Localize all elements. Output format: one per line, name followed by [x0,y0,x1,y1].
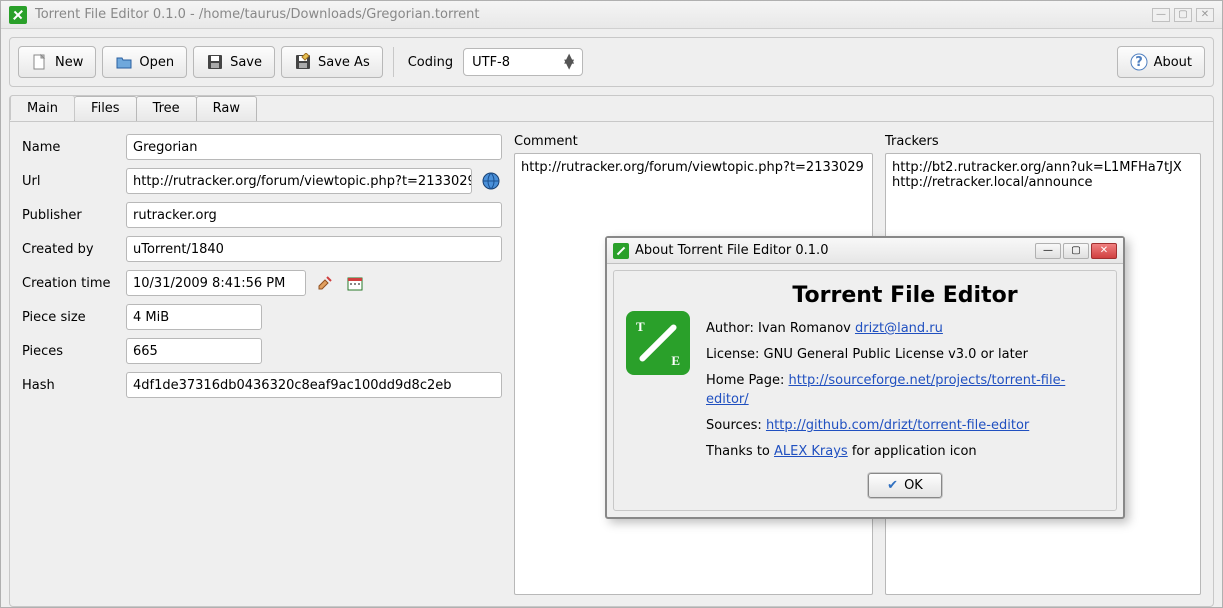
new-label: New [55,55,83,70]
about-sources: Sources: http://github.com/drizt/torrent… [706,417,1104,435]
help-icon: ? [1130,53,1148,71]
comment-label: Comment [514,134,873,149]
pieces-input[interactable]: 665 [126,338,262,364]
tab-raw[interactable]: Raw [196,96,257,121]
tab-tree-label: Tree [153,101,180,116]
tab-files-label: Files [91,101,120,116]
piecesize-input[interactable]: 4 MiB [126,304,262,330]
toolbar-separator [393,47,394,77]
toolbar: New Open Save Save As Coding UTF-8 ▲▼ [9,37,1214,87]
about-heading: Torrent File Editor [706,283,1104,308]
tab-strip: Main Files Tree Raw [10,95,1213,120]
about-button[interactable]: ? About [1117,46,1205,78]
coding-value: UTF-8 [472,55,510,70]
close-button[interactable]: ✕ [1196,8,1214,22]
publisher-input[interactable]: rutracker.org [126,202,502,228]
left-column: Name Gregorian Url http://rutracker.org/… [22,134,502,595]
tab-main-label: Main [27,101,58,116]
minimize-button[interactable]: — [1152,8,1170,22]
about-author: Author: Ivan Romanov drizt@land.ru [706,320,1104,338]
publisher-label: Publisher [22,208,118,223]
sources-link[interactable]: http://github.com/drizt/torrent-file-edi… [766,418,1029,433]
window-controls: — ▢ ✕ [1152,8,1214,22]
maximize-button[interactable]: ▢ [1174,8,1192,22]
name-label: Name [22,140,118,155]
svg-text:?: ? [1135,55,1143,70]
window-title: Torrent File Editor 0.1.0 - /home/taurus… [35,7,479,22]
url-input[interactable]: http://rutracker.org/forum/viewtopic.php… [126,168,472,194]
save-label: Save [230,55,262,70]
tab-main[interactable]: Main [10,95,75,120]
new-button[interactable]: New [18,46,96,78]
coding-combobox[interactable]: UTF-8 ▲▼ [463,48,583,76]
dialog-content: Torrent File Editor Author: Ivan Romanov… [706,283,1104,498]
new-file-icon [31,53,49,71]
app-icon [9,6,27,24]
saveas-button[interactable]: Save As [281,46,383,78]
save-icon [206,53,224,71]
clear-time-icon[interactable] [314,272,336,294]
dialog-logo-icon: TE [626,311,690,375]
thanks-link[interactable]: ALEX Krays [774,444,848,459]
open-folder-icon [115,53,133,71]
author-email-link[interactable]: drizt@land.ru [855,321,943,336]
saveas-icon [294,53,312,71]
saveas-label: Save As [318,55,370,70]
creationtime-input[interactable]: 10/31/2009 8:41:56 PM [126,270,306,296]
dialog-titlebar: About Torrent File Editor 0.1.0 — ▢ ✕ [607,238,1123,264]
creationtime-label: Creation time [22,276,118,291]
open-label: Open [139,55,174,70]
about-homepage: Home Page: http://sourceforge.net/projec… [706,372,1104,408]
save-button[interactable]: Save [193,46,275,78]
createdby-input[interactable]: uTorrent/1840 [126,236,502,262]
url-label: Url [22,174,118,189]
globe-icon[interactable] [480,170,502,192]
dialog-close-button[interactable]: ✕ [1091,243,1117,259]
tab-tree[interactable]: Tree [136,96,197,121]
dialog-title: About Torrent File Editor 0.1.0 [635,243,828,258]
trackers-label: Trackers [885,134,1201,149]
ok-label: OK [904,478,923,493]
dialog-maximize-button[interactable]: ▢ [1063,243,1089,259]
calendar-icon[interactable] [344,272,366,294]
hash-input[interactable]: 4df1de37316db0436320c8eaf9ac100dd9d8c2eb [126,372,502,398]
dialog-body: TE Torrent File Editor Author: Ivan Roma… [613,270,1117,511]
ok-button[interactable]: ✔ OK [868,473,942,498]
open-button[interactable]: Open [102,46,187,78]
about-thanks: Thanks to ALEX Krays for application ico… [706,443,1104,461]
pieces-label: Pieces [22,344,118,359]
about-dialog: About Torrent File Editor 0.1.0 — ▢ ✕ TE… [605,236,1125,519]
dropdown-arrows-icon: ▲▼ [564,56,574,68]
dialog-app-icon [613,243,629,259]
name-input[interactable]: Gregorian [126,134,502,160]
about-license: License: GNU General Public License v3.0… [706,346,1104,364]
createdby-label: Created by [22,242,118,257]
tab-raw-label: Raw [213,101,240,116]
about-label: About [1154,55,1192,70]
coding-label: Coding [408,55,453,70]
tab-files[interactable]: Files [74,96,137,121]
hash-label: Hash [22,378,118,393]
check-icon: ✔ [887,478,898,493]
piecesize-label: Piece size [22,310,118,325]
dialog-minimize-button[interactable]: — [1035,243,1061,259]
titlebar: Torrent File Editor 0.1.0 - /home/taurus… [1,1,1222,29]
